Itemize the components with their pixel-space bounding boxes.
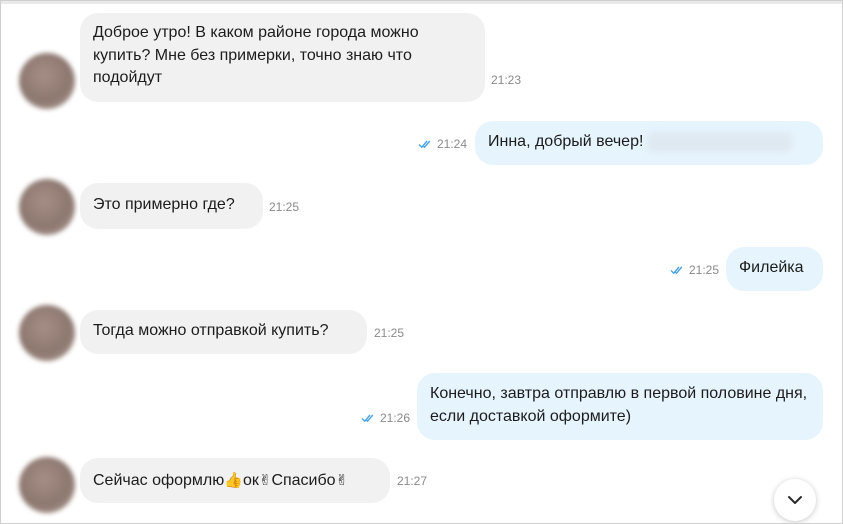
double-check-icon	[418, 140, 431, 149]
redacted-text	[647, 131, 793, 152]
chat-window: Доброе утро! В каком районе города можно…	[0, 0, 843, 524]
victory-hand-icon: ✌	[258, 471, 272, 489]
message-time: 21:25	[269, 200, 300, 214]
message-bubble-outgoing[interactable]: Инна, добрый вечер!	[475, 121, 823, 165]
sender-avatar[interactable]	[19, 305, 75, 361]
message-bubble-incoming[interactable]: Это примерно где?	[80, 183, 263, 229]
sender-avatar[interactable]	[19, 179, 75, 235]
message-time: 21:26	[380, 411, 411, 425]
message-bubble-incoming[interactable]: Сейчас оформлю👍ок✌Спасибо✌	[80, 458, 390, 503]
message-time: 21:25	[374, 326, 405, 340]
victory-hand-icon: ✌	[335, 471, 349, 489]
message-text: Конечно, завтра отправлю в первой полови…	[430, 385, 808, 425]
message-bubble-outgoing[interactable]: Конечно, завтра отправлю в первой полови…	[417, 373, 823, 440]
message-time: 21:25	[689, 263, 720, 277]
message-text: Тогда можно отправкой купить?	[93, 322, 329, 339]
message-text: Это примерно где?	[93, 196, 235, 213]
message-time: 21:24	[437, 137, 468, 151]
sender-avatar[interactable]	[19, 53, 75, 109]
message-text: Сейчас оформлю	[93, 472, 225, 489]
sender-avatar[interactable]	[19, 457, 75, 513]
top-divider	[1, 1, 842, 4]
double-check-icon	[361, 414, 374, 423]
message-text: Инна, добрый вечер!	[488, 133, 644, 150]
message-time: 21:27	[397, 474, 428, 488]
message-text: Спасибо	[271, 472, 336, 489]
scroll-down-button[interactable]	[774, 479, 816, 521]
message-text: ок	[242, 472, 259, 489]
thumbs-up-icon: 👍	[224, 471, 243, 489]
chevron-down-icon	[788, 496, 802, 504]
message-bubble-incoming[interactable]: Доброе утро! В каком районе города можно…	[80, 13, 485, 102]
message-text: Филейка	[739, 259, 804, 276]
double-check-icon	[670, 266, 683, 275]
message-bubble-outgoing[interactable]: Филейка	[726, 247, 823, 291]
message-bubble-incoming[interactable]: Тогда можно отправкой купить?	[80, 310, 367, 354]
message-time: 21:23	[491, 73, 522, 87]
message-text: Доброе утро! В каком районе города можно…	[93, 24, 419, 86]
